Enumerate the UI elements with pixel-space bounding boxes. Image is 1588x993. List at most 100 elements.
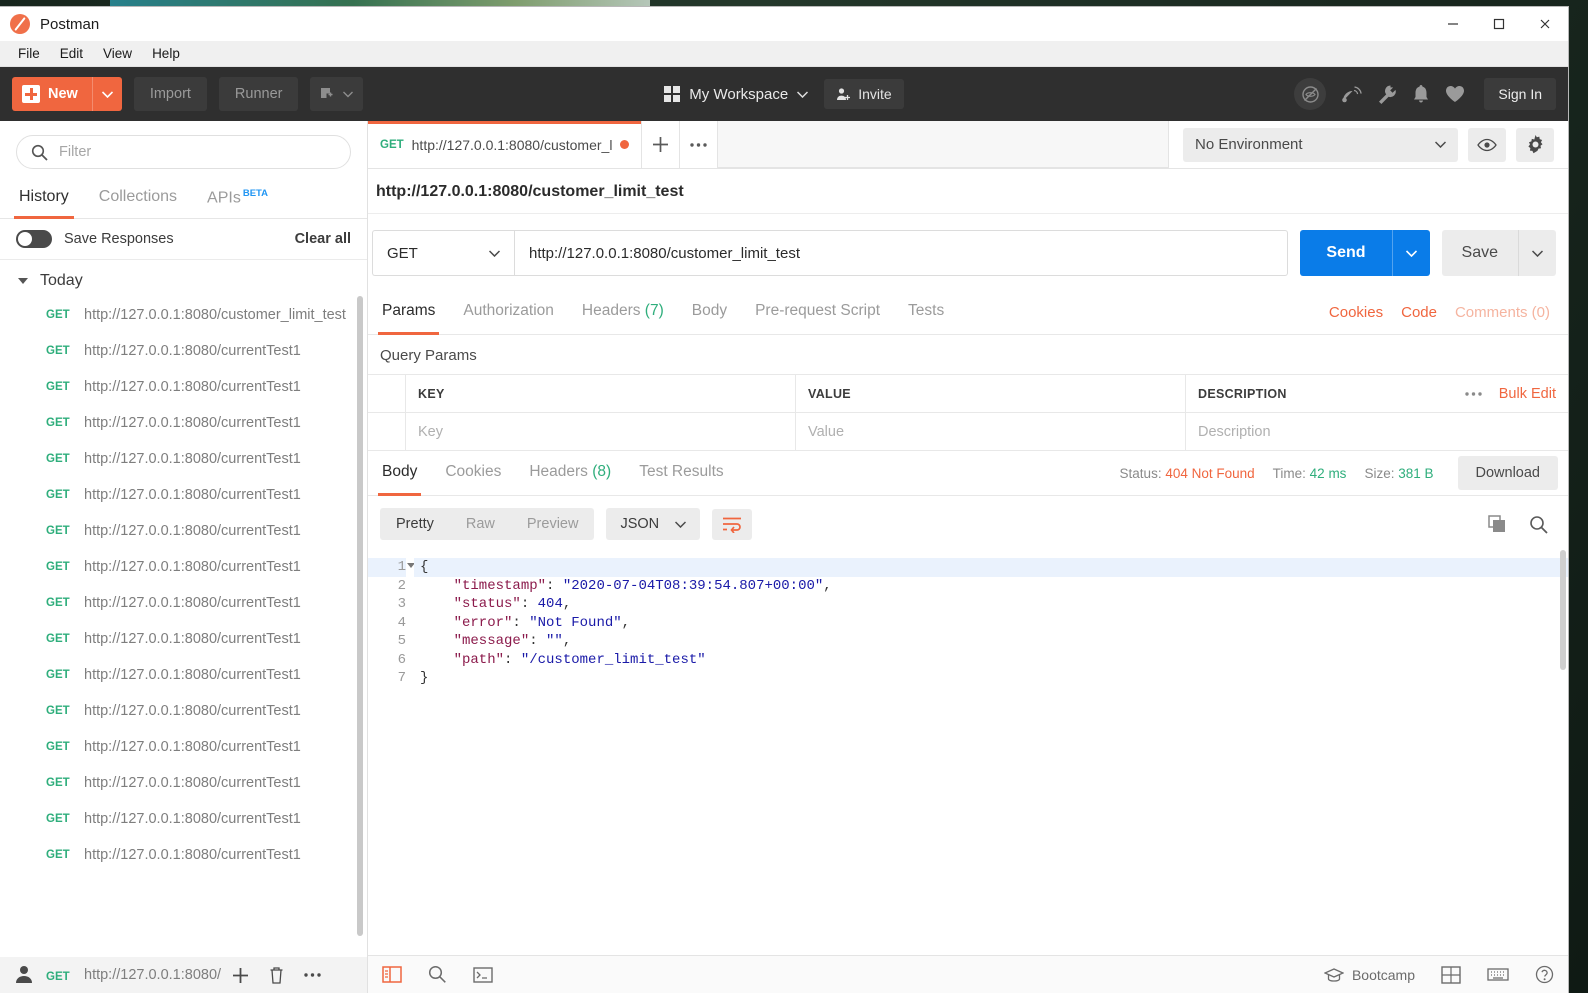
tab-options-button[interactable]: [680, 121, 719, 168]
new-window-button[interactable]: [310, 77, 364, 111]
environment-quick-look-button[interactable]: [1468, 127, 1506, 162]
bell-icon[interactable]: [1412, 84, 1430, 104]
avatar[interactable]: [14, 964, 34, 984]
params-table-row[interactable]: Key Value Description: [368, 413, 1568, 451]
history-list-item[interactable]: GET http://127.0.0.1:8080/currentTest1: [0, 840, 367, 876]
new-tab-button[interactable]: [642, 121, 681, 168]
history-list-item[interactable]: GET http://127.0.0.1:8080/currentTest1: [0, 444, 367, 480]
import-button[interactable]: Import: [133, 77, 207, 111]
save-button[interactable]: Save: [1442, 230, 1518, 276]
response-tab-test-results[interactable]: Test Results: [625, 451, 737, 495]
history-list-item[interactable]: GET http://127.0.0.1:8080/currentTest1: [0, 408, 367, 444]
more-options-icon[interactable]: [1464, 391, 1483, 397]
wrench-icon[interactable]: [1377, 84, 1397, 104]
tab-pre-request-script[interactable]: Pre-request Script: [741, 290, 894, 334]
maximize-icon[interactable]: [1476, 7, 1522, 41]
sidebar-toggle-icon[interactable]: [382, 966, 402, 983]
history-list-item-hovered[interactable]: GET http://127.0.0.1:8080/: [0, 957, 367, 993]
tab-apis[interactable]: APIs BETA: [192, 179, 283, 218]
search-icon[interactable]: [1529, 515, 1548, 534]
new-dropdown-caret-icon[interactable]: [91, 77, 122, 111]
save-responses-toggle[interactable]: [16, 230, 52, 249]
save-options-caret-icon[interactable]: [1518, 230, 1556, 276]
download-button[interactable]: Download: [1457, 456, 1558, 490]
tab-headers[interactable]: Headers (7): [568, 290, 678, 334]
invite-button[interactable]: Invite: [824, 79, 904, 109]
value-input[interactable]: Value: [796, 413, 1186, 450]
history-list-item[interactable]: GET http://127.0.0.1:8080/currentTest1: [0, 516, 367, 552]
key-input[interactable]: Key: [406, 413, 796, 450]
console-icon[interactable]: [473, 966, 493, 983]
heart-icon[interactable]: [1445, 85, 1465, 103]
tab-authorization[interactable]: Authorization: [449, 290, 567, 334]
code-link[interactable]: Code: [1401, 304, 1437, 321]
tab-params[interactable]: Params: [368, 290, 449, 335]
clear-all-button[interactable]: Clear all: [295, 231, 351, 247]
history-list-item[interactable]: GET http://127.0.0.1:8080/currentTest1: [0, 804, 367, 840]
history-list[interactable]: Today GET http://127.0.0.1:8080/customer_…: [0, 260, 367, 957]
more-options-icon[interactable]: [303, 972, 322, 978]
menu-item-file[interactable]: File: [8, 41, 50, 67]
response-tab-cookies[interactable]: Cookies: [431, 451, 515, 495]
satellite-dish-icon[interactable]: [1341, 84, 1363, 104]
request-tab[interactable]: GET http://127.0.0.1:8080/customer_l: [368, 121, 643, 168]
workspace-name[interactable]: My Workspace: [689, 86, 788, 103]
history-list-item[interactable]: GET http://127.0.0.1:8080/currentTest1: [0, 552, 367, 588]
tab-collections[interactable]: Collections: [84, 179, 192, 218]
history-list-item[interactable]: GET http://127.0.0.1:8080/currentTest1: [0, 768, 367, 804]
row-checkbox-cell[interactable]: [368, 413, 406, 450]
eye-off-icon[interactable]: [1294, 78, 1327, 110]
cookies-link[interactable]: Cookies: [1329, 304, 1383, 321]
copy-icon[interactable]: [1488, 514, 1507, 534]
sidebar-scrollbar[interactable]: [357, 296, 363, 937]
tab-body[interactable]: Body: [678, 290, 741, 334]
method-select[interactable]: GET: [372, 230, 514, 276]
send-options-caret-icon[interactable]: [1391, 230, 1430, 276]
runner-button[interactable]: Runner: [218, 77, 299, 111]
menu-item-edit[interactable]: Edit: [50, 41, 93, 67]
view-mode-preview[interactable]: Preview: [511, 508, 595, 540]
environment-select[interactable]: No Environment: [1183, 127, 1458, 162]
help-icon[interactable]: [1535, 965, 1554, 984]
view-mode-pretty[interactable]: Pretty: [380, 508, 450, 540]
history-list-item[interactable]: GET http://127.0.0.1:8080/currentTest1: [0, 732, 367, 768]
response-tab-headers[interactable]: Headers (8): [515, 451, 625, 495]
keyboard-icon[interactable]: [1487, 967, 1509, 982]
minimize-icon[interactable]: [1430, 7, 1476, 41]
url-input[interactable]: http://127.0.0.1:8080/customer_limit_tes…: [514, 230, 1289, 276]
layout-icon[interactable]: [1441, 965, 1461, 984]
search-input[interactable]: Filter: [16, 135, 351, 169]
history-list-item[interactable]: GET http://127.0.0.1:8080/currentTest1: [0, 696, 367, 732]
settings-button[interactable]: [1516, 127, 1554, 162]
menu-item-view[interactable]: View: [93, 41, 142, 67]
add-icon[interactable]: [231, 966, 250, 985]
send-button[interactable]: Send: [1300, 230, 1392, 276]
wrap-lines-button[interactable]: [712, 508, 753, 540]
history-list-item[interactable]: GET http://127.0.0.1:8080/currentTest1: [0, 660, 367, 696]
tab-tests[interactable]: Tests: [894, 290, 958, 334]
chevron-down-icon[interactable]: [797, 90, 809, 98]
bulk-edit-link[interactable]: Bulk Edit: [1499, 386, 1556, 402]
menu-item-help[interactable]: Help: [142, 41, 190, 67]
trash-icon[interactable]: [268, 966, 285, 984]
history-list-item[interactable]: GET http://127.0.0.1:8080/currentTest1: [0, 624, 367, 660]
close-icon[interactable]: [1522, 7, 1568, 41]
response-body-code[interactable]: { "timestamp": "2020-07-04T08:39:54.807+…: [414, 550, 1568, 955]
search-icon[interactable]: [428, 965, 447, 984]
bootcamp-button[interactable]: Bootcamp: [1323, 967, 1415, 983]
comments-link[interactable]: Comments (0): [1455, 304, 1550, 321]
description-input[interactable]: Description: [1186, 413, 1568, 450]
response-tab-body[interactable]: Body: [368, 451, 431, 496]
format-select[interactable]: JSON: [606, 508, 701, 540]
history-group-today[interactable]: Today: [0, 260, 367, 300]
sign-in-button[interactable]: Sign In: [1484, 78, 1556, 110]
history-list-item[interactable]: GET http://127.0.0.1:8080/currentTest1: [0, 372, 367, 408]
history-list-item[interactable]: GET http://127.0.0.1:8080/currentTest1: [0, 588, 367, 624]
history-list-item[interactable]: GET http://127.0.0.1:8080/currentTest1: [0, 336, 367, 372]
history-list-item[interactable]: GET http://127.0.0.1:8080/customer_limit_…: [0, 300, 367, 336]
view-mode-raw[interactable]: Raw: [450, 508, 511, 540]
tab-history[interactable]: History: [4, 179, 84, 220]
history-list-item[interactable]: GET http://127.0.0.1:8080/currentTest1: [0, 480, 367, 516]
new-button[interactable]: New: [12, 77, 122, 111]
response-scrollbar[interactable]: [1560, 550, 1566, 670]
